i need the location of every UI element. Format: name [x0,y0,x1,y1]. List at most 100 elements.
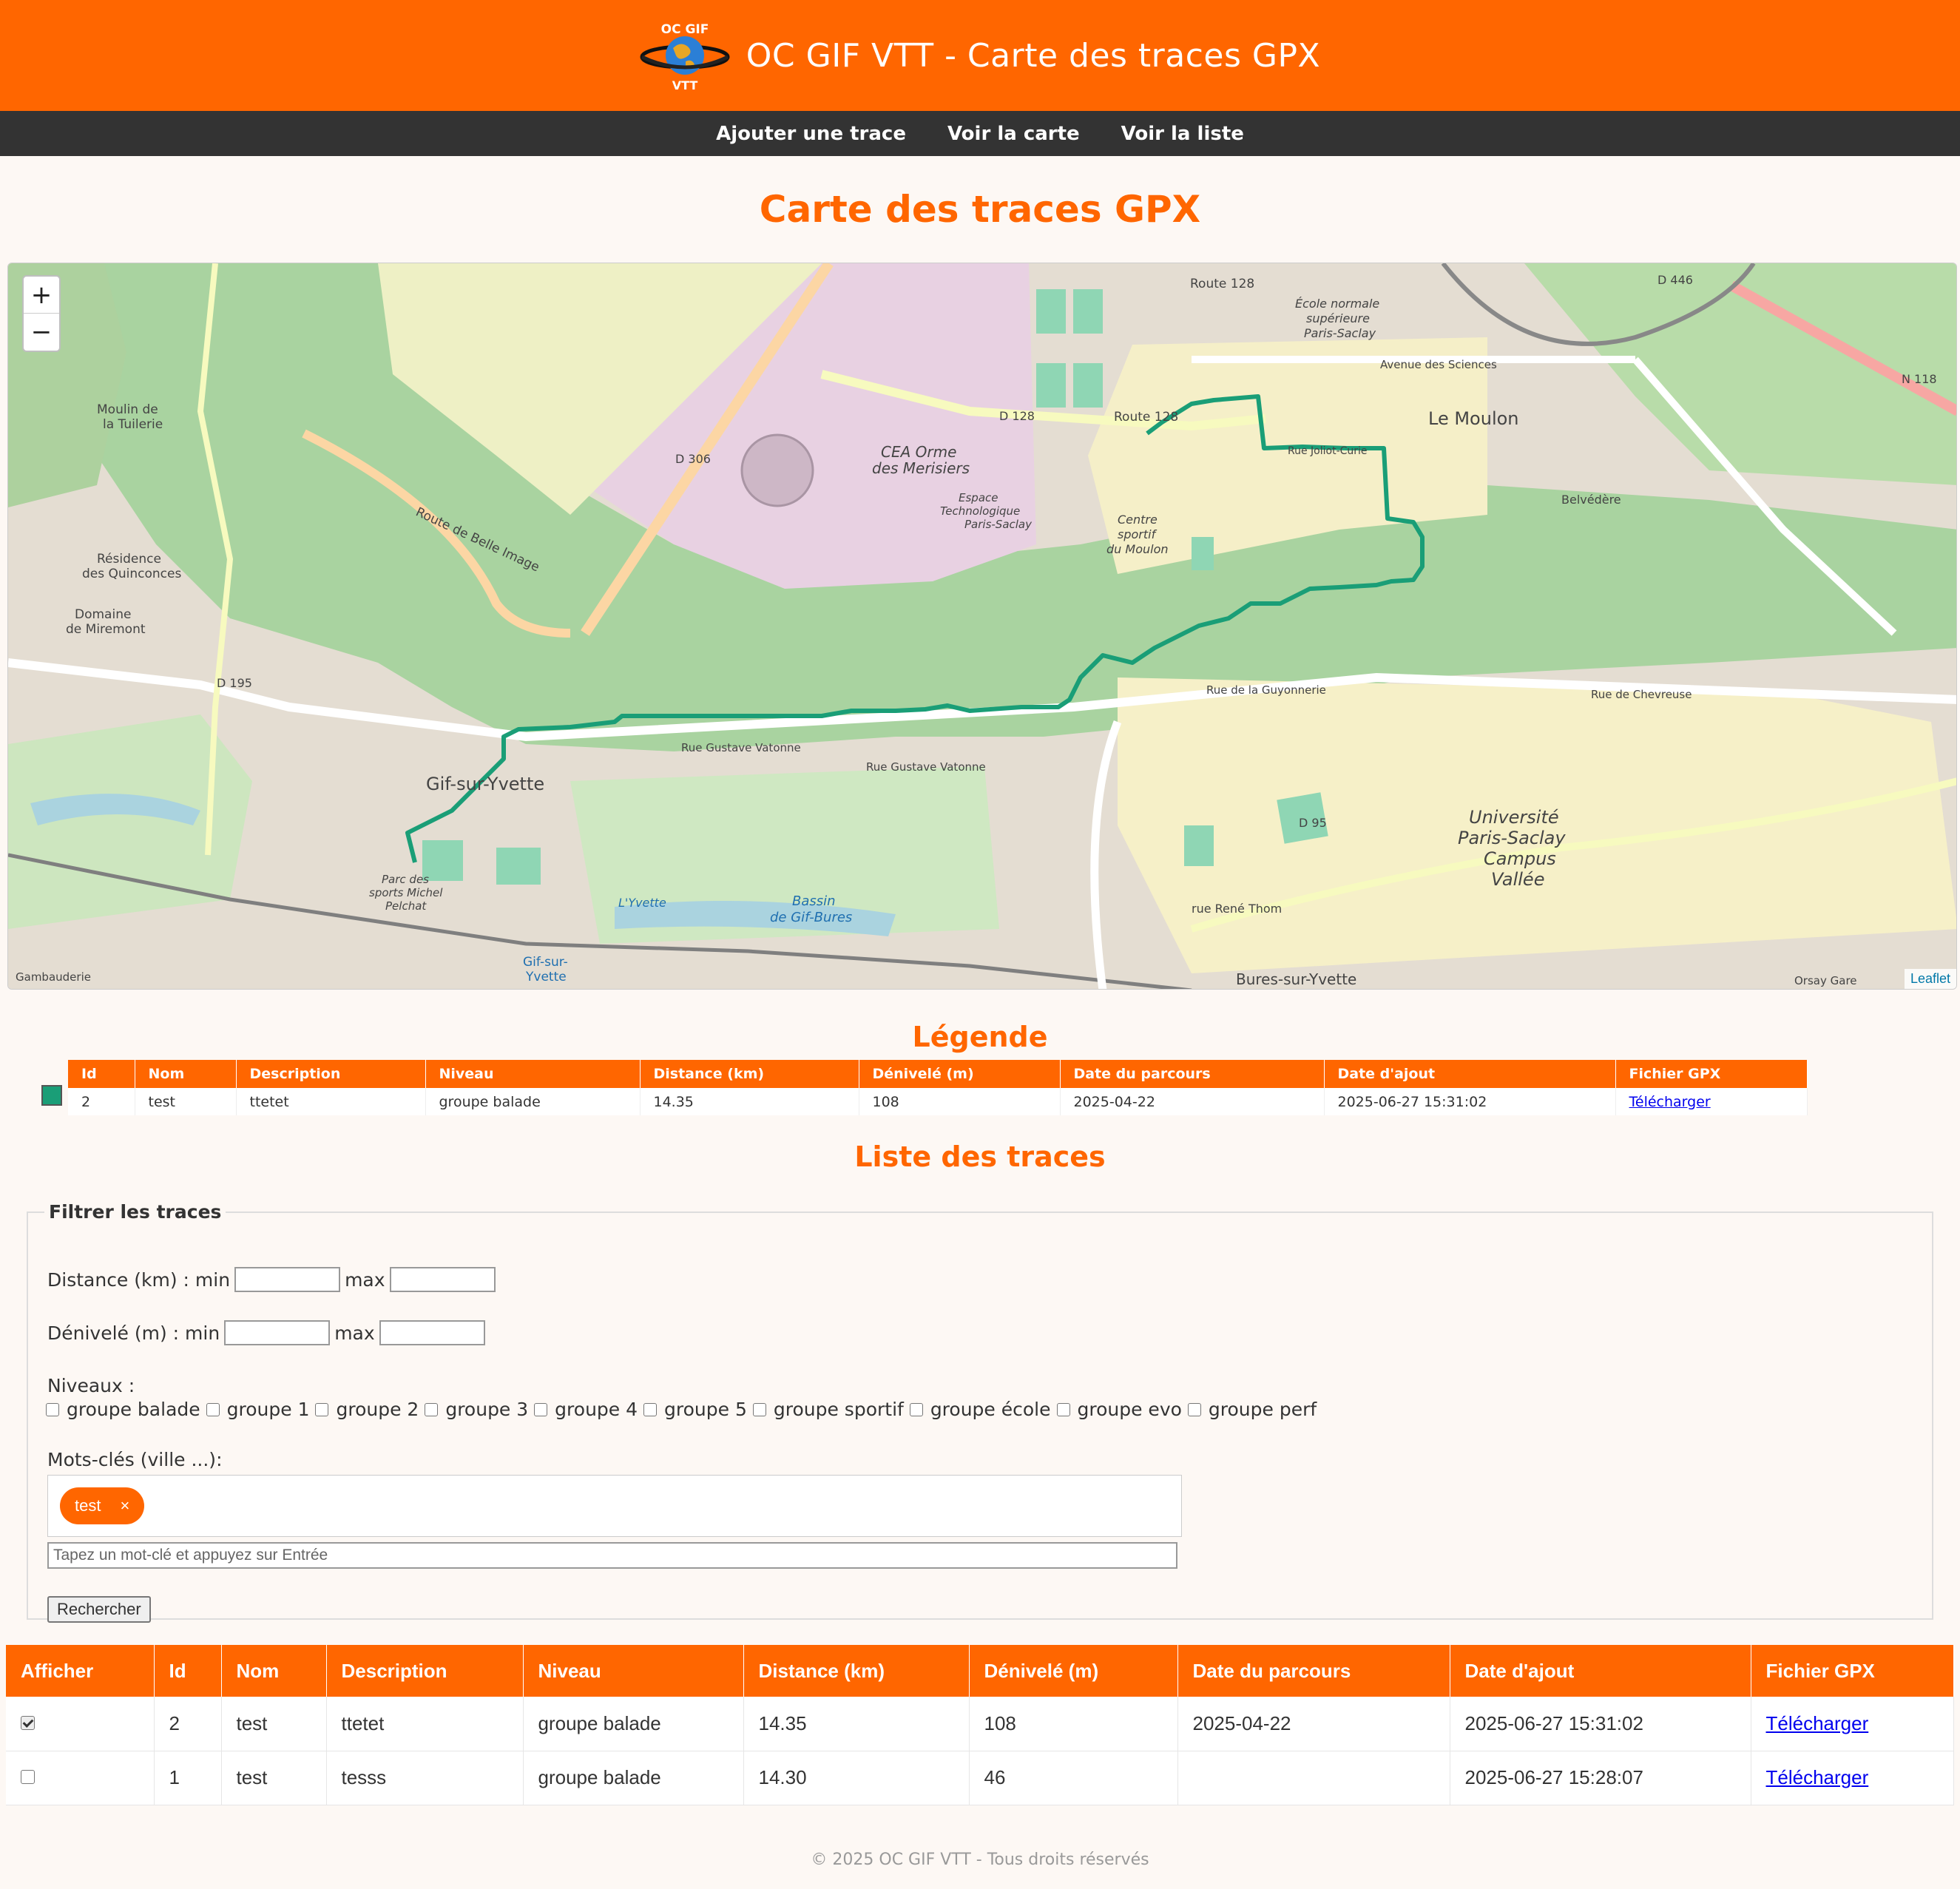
map-label-belvedere: Belvédère [1561,493,1621,507]
map-label-quinc-2: des Quinconces [82,567,181,581]
map-label-parc-3: Pelchat [385,899,427,913]
map-label-espace-3: Paris-Saclay [964,518,1033,531]
map-label-guyonnerie: Rue de la Guyonnerie [1206,683,1326,697]
keyword-tag-text: test [75,1496,101,1515]
legend-th-id: Id [68,1060,135,1088]
map-label-tuilerie-2: la Tuilerie [103,417,163,432]
map-view[interactable]: Gif-sur-Yvette Le Moulon CEA Orme des Me… [7,263,1957,990]
cell-date-ajout: 2025-06-27 15:28:07 [1450,1751,1751,1805]
level-checkbox-1[interactable] [206,1402,220,1416]
elevation-min-input[interactable] [224,1320,331,1345]
cell-niveau: groupe balade [523,1751,744,1805]
show-trace-checkbox[interactable] [21,1770,35,1784]
level-label-sportif: groupe sportif [773,1399,904,1420]
th-date-ajout: Date d'ajout [1450,1645,1751,1697]
legend-color-swatch [41,1085,62,1106]
download-link[interactable]: Télécharger [1766,1766,1869,1788]
level-label-balade: groupe balade [67,1399,200,1420]
th-id: Id [154,1645,222,1697]
map-label-yvette: L'Yvette [618,896,666,910]
map-label-d306: D 306 [675,452,711,466]
map-label-gifstation-2: Yvette [525,970,567,984]
map-label-ens-2: supérieure [1306,311,1370,325]
level-label-2: groupe 2 [336,1399,419,1420]
map-label-parc-1: Parc des [382,873,429,886]
cell-fichier: Télécharger [1751,1697,1954,1751]
map-attribution[interactable]: Leaflet [1904,969,1956,989]
zoom-out-button[interactable]: − [24,314,59,351]
distance-filter-row: Distance (km) : min max [47,1267,500,1292]
legend-cell-fichier: Télécharger [1615,1088,1808,1115]
table-row: 2 test ttetet groupe balade 14.35 108 20… [6,1697,1954,1751]
legend-th-date-ajout: Date d'ajout [1324,1060,1616,1088]
map-tiles[interactable]: Gif-sur-Yvette Le Moulon CEA Orme des Me… [8,263,1957,990]
distance-max-label: max [345,1268,385,1291]
cell-afficher [6,1697,155,1751]
main-nav: Ajouter une trace Voir la carte Voir la … [0,111,1960,156]
map-label-miromont-1: Domaine [75,607,131,622]
cell-nom: test [221,1751,327,1805]
elevation-max-input[interactable] [379,1320,485,1345]
cell-date-parcours: 2025-04-22 [1177,1697,1450,1751]
level-label-ecole: groupe école [930,1399,1051,1420]
legend-download-link[interactable]: Télécharger [1629,1094,1711,1110]
levels-checkbox-group: groupe balade groupe 1 groupe 2 groupe 3… [40,1399,1317,1420]
nav-view-map[interactable]: Voir la carte [947,123,1080,145]
cell-description: tesss [326,1751,524,1805]
level-checkbox-balade[interactable] [46,1402,59,1416]
cell-fichier: Télécharger [1751,1751,1954,1805]
distance-max-input[interactable] [389,1267,496,1292]
level-checkbox-3[interactable] [425,1402,439,1416]
level-checkbox-ecole[interactable] [909,1402,923,1416]
level-checkbox-sportif[interactable] [752,1402,766,1416]
map-label-renethom: rue René Thom [1192,902,1282,916]
map-label-miromont-2: de Miremont [66,622,146,637]
map-label-cea-2: des Merisiers [872,459,970,477]
legend-table: Id Nom Description Niveau Distance (km) … [68,1060,1808,1115]
map-label-avsci: Avenue des Sciences [1380,358,1497,371]
legend-th-niveau: Niveau [425,1060,641,1088]
download-link[interactable]: Télécharger [1766,1712,1869,1734]
th-fichier: Fichier GPX [1751,1645,1954,1697]
legend-cell-date-ajout: 2025-06-27 15:31:02 [1324,1088,1616,1115]
level-checkbox-4[interactable] [534,1402,548,1416]
zoom-in-button[interactable]: + [24,277,59,314]
cell-nom: test [221,1697,327,1751]
map-label-gamb: Gambauderie [16,970,91,984]
legend-cell-niveau: groupe balade [425,1088,641,1115]
nav-view-list[interactable]: Voir la liste [1121,123,1244,145]
filter-legend: Filtrer les traces [49,1201,222,1223]
levels-label: Niveaux : [47,1375,135,1396]
keyword-tags-box: test × [47,1475,1182,1537]
list-title: Liste des traces [854,1141,1106,1173]
nav-add-trace[interactable]: Ajouter une trace [716,123,906,145]
legend-th-nom: Nom [135,1060,237,1088]
level-checkbox-5[interactable] [643,1402,658,1416]
level-label-3: groupe 3 [445,1399,529,1420]
level-checkbox-evo[interactable] [1056,1402,1070,1416]
map-label-csm-3: du Moulon [1106,542,1169,556]
map-label-tuilerie-1: Moulin de [97,402,158,417]
map-label-joliot: Rue Joliot-Curie [1288,445,1368,457]
search-button[interactable]: Rechercher [47,1596,151,1623]
show-trace-checkbox[interactable] [21,1715,35,1730]
site-header: OC GIF VTT OC GIF VTT - Carte des traces… [0,0,1960,111]
map-label-parc-2: sports Michel [369,886,443,899]
cell-afficher [6,1751,155,1805]
th-denivele: Dénivelé (m) [969,1645,1178,1697]
cell-id: 1 [154,1751,222,1805]
map-label-quinc-1: Résidence [97,552,161,567]
legend-th-fichier: Fichier GPX [1615,1060,1808,1088]
th-afficher: Afficher [6,1645,155,1697]
keyword-input[interactable]: Tapez un mot-clé et appuyez sur Entrée [47,1542,1177,1569]
keyword-tag-remove-icon[interactable]: × [120,1496,129,1515]
distance-min-input[interactable] [234,1267,341,1292]
elevation-max-label: max [334,1322,375,1344]
traces-table: Afficher Id Nom Description Niveau Dista… [6,1645,1954,1805]
map-zoom-control: + − [22,275,61,352]
map-label-d128: D 128 [999,409,1035,423]
level-checkbox-perf[interactable] [1187,1402,1201,1416]
map-label-csm-2: sportif [1118,527,1158,541]
level-checkbox-2[interactable] [315,1402,329,1416]
table-row: 1 test tesss groupe balade 14.30 46 2025… [6,1751,1954,1805]
